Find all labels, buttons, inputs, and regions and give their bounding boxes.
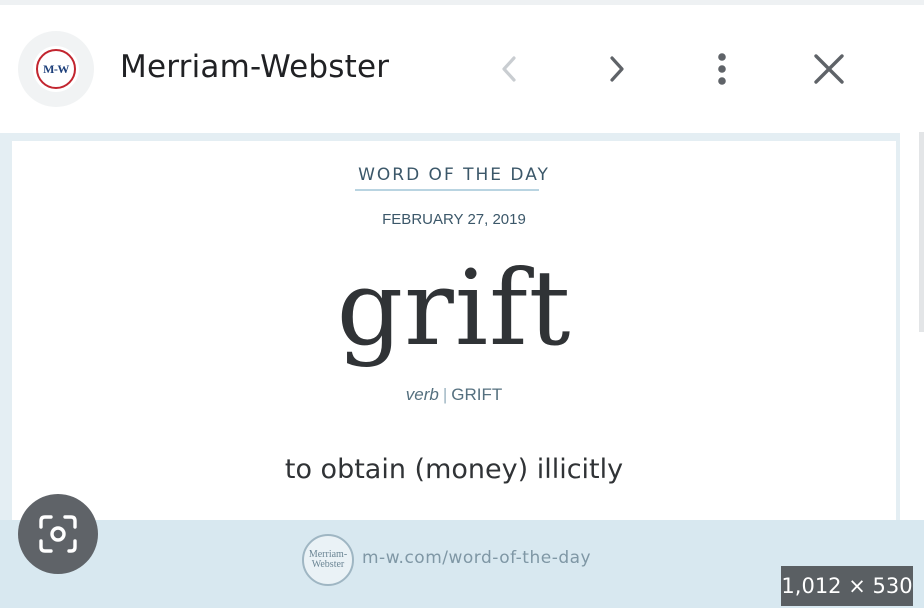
lens-search-button[interactable] [18,494,98,574]
logo-ring: M-W [36,49,76,89]
site-logo[interactable]: M-W [18,31,94,107]
back-button[interactable] [486,45,534,93]
image-preview[interactable]: WORD OF THE DAY FEBRUARY 27, 2019 grift … [0,133,900,523]
logo-inner: M-W [33,46,79,92]
pronunciation: GRIFT [451,385,503,404]
more-options-button[interactable] [698,45,746,93]
merriam-webster-seal: Merriam- Webster [302,534,354,586]
word-of-the-day-label: WORD OF THE DAY [358,165,550,185]
separator: | [442,385,448,404]
close-button[interactable] [805,45,853,93]
word-of-the-day-card: WORD OF THE DAY FEBRUARY 27, 2019 grift … [12,141,896,523]
close-icon [814,54,844,84]
image-size-badge: 1,012 × 530 [781,566,913,606]
lens-icon [39,515,77,553]
date: FEBRUARY 27, 2019 [382,211,526,228]
back-arrow-icon [502,56,516,82]
label-underline [355,189,539,191]
logo-text: M-W [43,61,69,76]
scrollbar[interactable] [919,132,924,332]
more-vert-icon [718,53,726,85]
seal-line-2: Webster [311,559,345,570]
forward-arrow-icon [610,56,624,82]
part-of-speech: verb [405,385,439,404]
forward-button[interactable] [592,45,640,93]
headword: grift [336,247,572,369]
definition: to obtain (money) illicitly [284,454,624,485]
pronunciation-line: verb | GRIFT [12,385,896,405]
footer-url: m-w.com/word-of-the-day [362,548,592,568]
top-app-bar: M-W Merriam-Webster [0,0,924,130]
site-title: Merriam-Webster [120,49,390,85]
